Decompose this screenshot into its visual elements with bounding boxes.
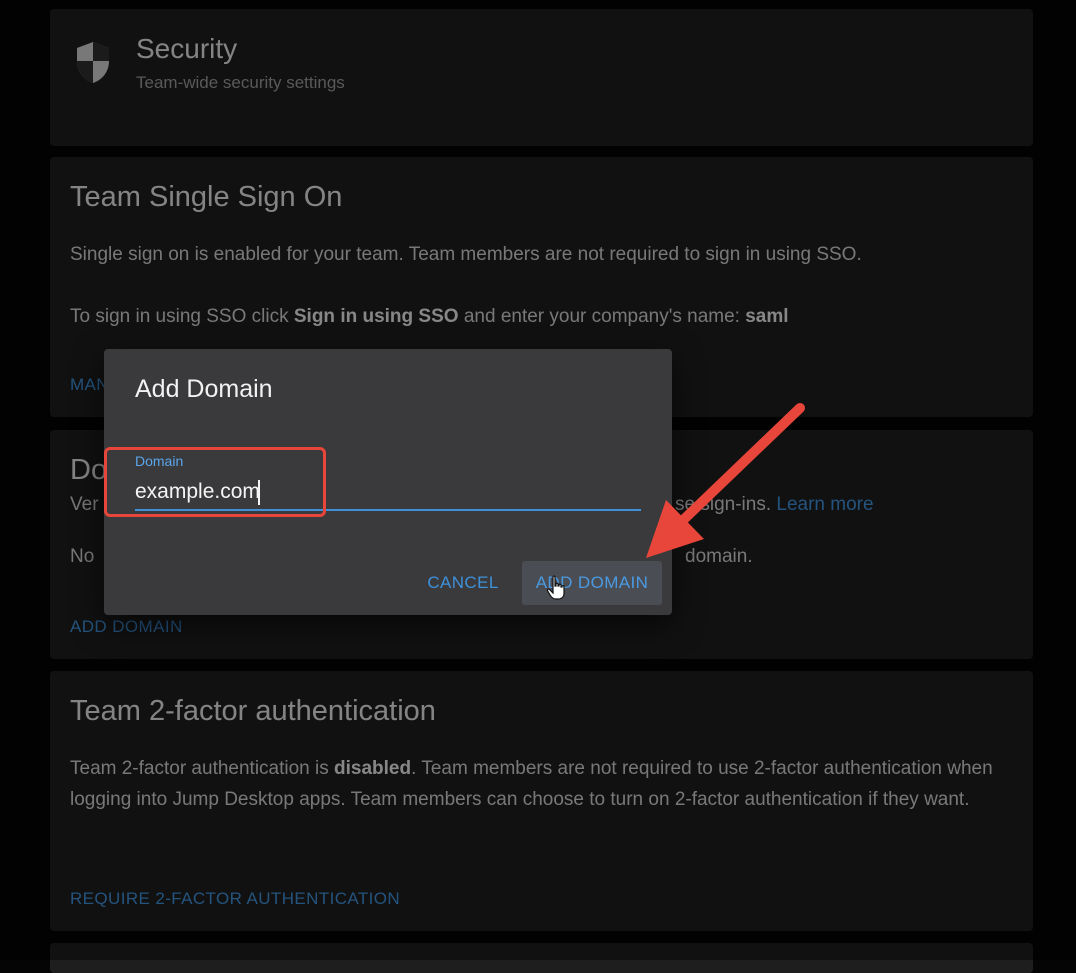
input-highlight-box <box>104 447 326 517</box>
annotation-arrow-icon <box>646 403 805 558</box>
hand-pointer-icon <box>546 575 565 600</box>
dialog-title: Add Domain <box>135 375 273 403</box>
cancel-button[interactable]: CANCEL <box>416 561 510 605</box>
